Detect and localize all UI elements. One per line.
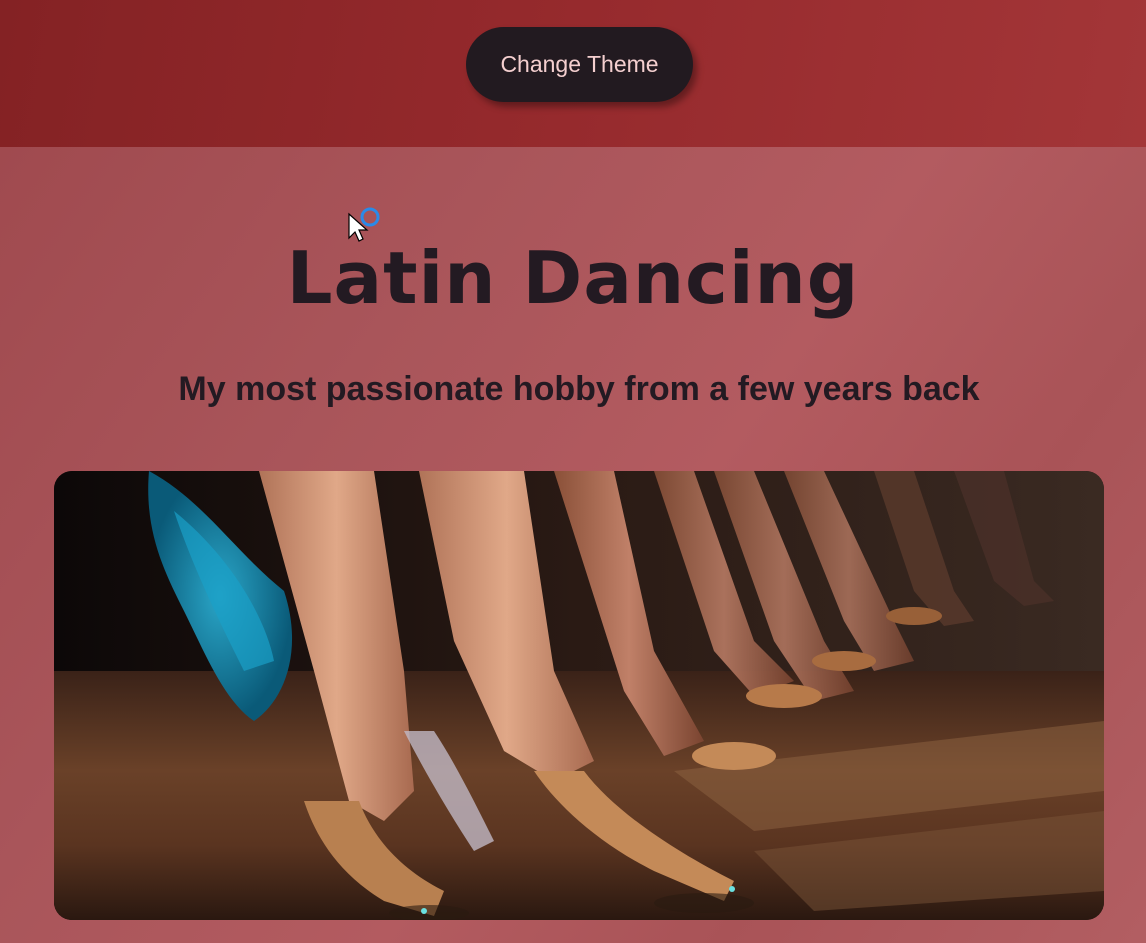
hero-image — [54, 471, 1104, 920]
main-content: Latin Dancing My most passionate hobby f… — [0, 147, 1146, 943]
dancers-feet-photo — [54, 471, 1104, 920]
page-subtitle: My most passionate hobby from a few year… — [178, 370, 980, 408]
change-theme-button[interactable]: Change Theme — [466, 27, 693, 102]
top-bar: Change Theme — [0, 0, 1146, 147]
page-title: Latin Dancing — [286, 236, 860, 320]
